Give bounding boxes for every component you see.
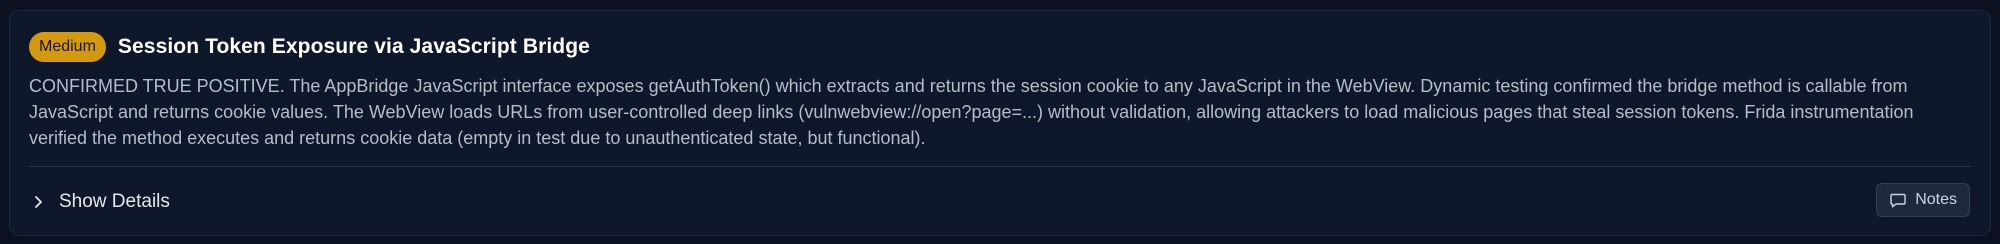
finding-header: Medium Session Token Exposure via JavaSc… [29,31,590,63]
show-details-label: Show Details [59,191,170,212]
show-details-toggle[interactable]: Show Details [29,187,170,217]
notes-button[interactable]: Notes [1876,183,1970,217]
notes-label: Notes [1915,191,1957,208]
finding-card: Medium Session Token Exposure via JavaSc… [9,10,1991,236]
finding-description: CONFIRMED TRUE POSITIVE. The AppBridge J… [29,76,1914,148]
message-square-icon [1889,191,1907,209]
finding-title: Session Token Exposure via JavaScript Br… [117,35,590,58]
severity-badge: Medium [29,32,106,62]
divider [29,166,1971,167]
chevron-right-icon [29,193,47,211]
